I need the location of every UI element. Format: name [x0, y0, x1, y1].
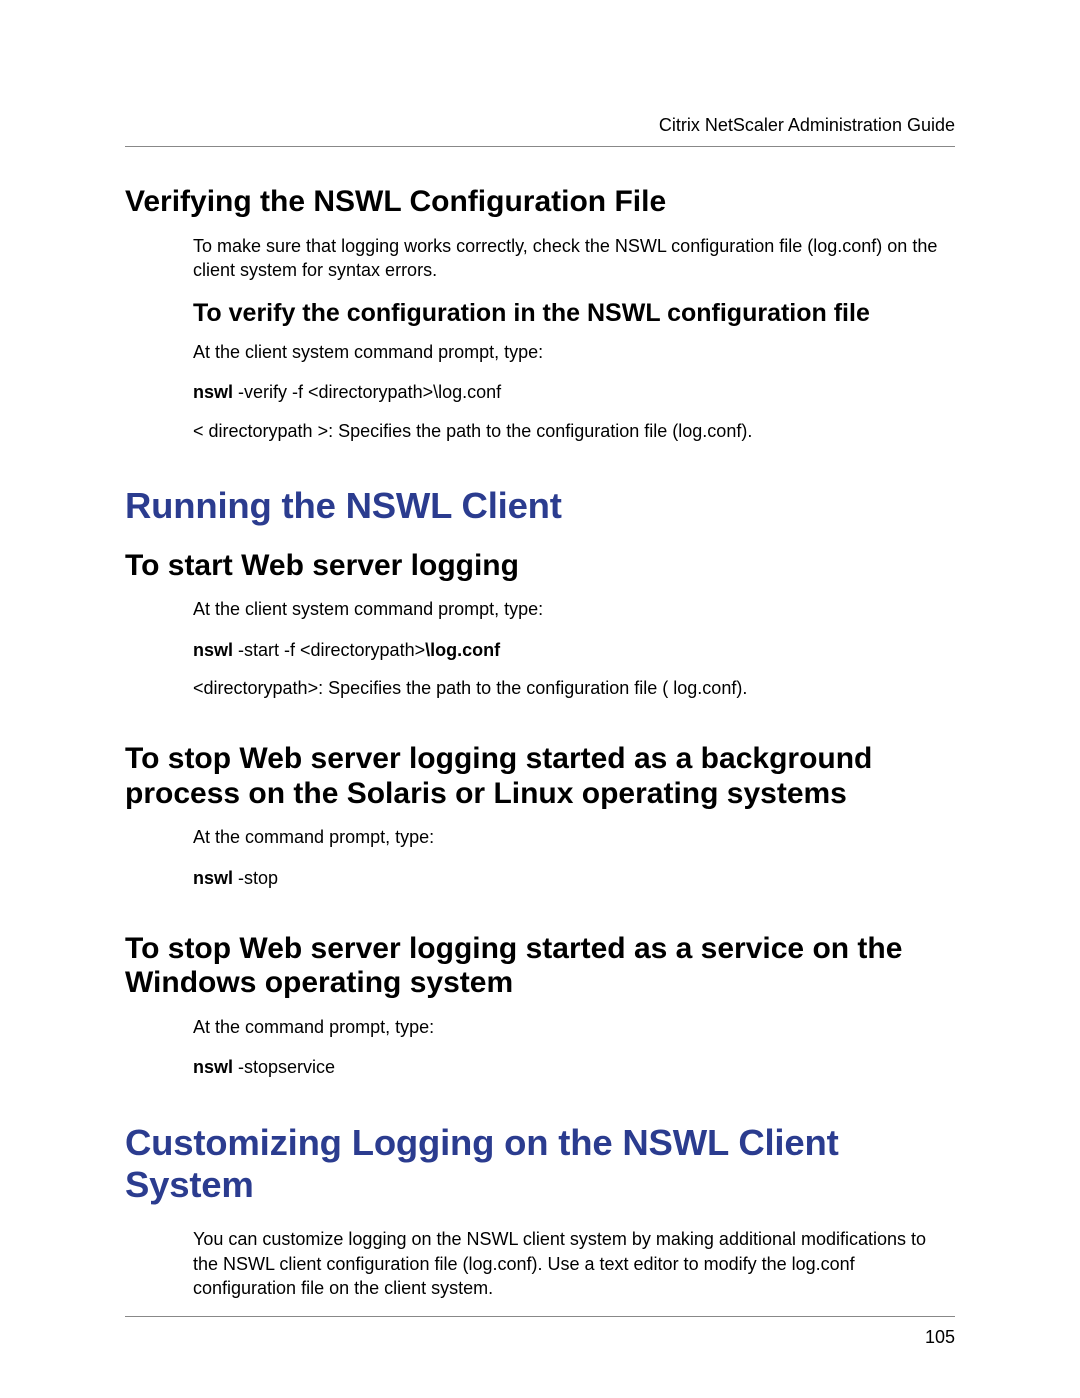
document-page: Citrix NetScaler Administration Guide Ve… — [0, 0, 1080, 1398]
command-line: nswl -stop — [193, 866, 955, 890]
paragraph: At the client system command prompt, typ… — [193, 340, 955, 364]
command-args: -stop — [233, 868, 278, 888]
paragraph: You can customize logging on the NSWL cl… — [193, 1227, 955, 1300]
body-block: To make sure that logging works correctl… — [193, 234, 955, 443]
paragraph: At the command prompt, type: — [193, 825, 955, 849]
body-block: At the client system command prompt, typ… — [193, 597, 955, 700]
footer-rule — [125, 1316, 955, 1317]
heading-verify-config: Verifying the NSWL Configuration File — [125, 185, 955, 220]
command-line: nswl -start -f <directorypath>\log.conf — [193, 638, 955, 662]
paragraph: < directorypath >: Specifies the path to… — [193, 419, 955, 443]
body-block: You can customize logging on the NSWL cl… — [193, 1227, 955, 1300]
command-args: -stopservice — [233, 1057, 335, 1077]
running-header: Citrix NetScaler Administration Guide — [125, 115, 955, 136]
heading-stop-windows: To stop Web server logging started as a … — [125, 932, 955, 1001]
command-keyword: nswl — [193, 868, 233, 888]
paragraph: To make sure that logging works correctl… — [193, 234, 955, 283]
command-args-bold: \log.conf — [425, 640, 500, 660]
page-number: 105 — [125, 1327, 955, 1348]
paragraph: At the client system command prompt, typ… — [193, 597, 955, 621]
command-line: nswl -stopservice — [193, 1055, 955, 1079]
paragraph: <directorypath>: Specifies the path to t… — [193, 676, 955, 700]
command-line: nswl -verify -f <directorypath>\log.conf — [193, 380, 955, 404]
heading-stop-unix: To stop Web server logging started as a … — [125, 742, 955, 811]
heading-customizing: Customizing Logging on the NSWL Client S… — [125, 1122, 955, 1206]
command-args: -verify -f <directorypath>\log.conf — [233, 382, 501, 402]
paragraph: At the command prompt, type: — [193, 1015, 955, 1039]
command-args: -start -f <directorypath> — [233, 640, 425, 660]
heading-running-client: Running the NSWL Client — [125, 485, 955, 527]
body-block: At the command prompt, type: nswl -stop — [193, 825, 955, 890]
command-keyword: nswl — [193, 382, 233, 402]
header-rule — [125, 146, 955, 147]
body-block: At the command prompt, type: nswl -stops… — [193, 1015, 955, 1080]
heading-start-logging: To start Web server logging — [125, 549, 955, 584]
heading-verify-sub: To verify the configuration in the NSWL … — [193, 298, 955, 328]
command-keyword: nswl — [193, 1057, 233, 1077]
command-keyword: nswl — [193, 640, 233, 660]
